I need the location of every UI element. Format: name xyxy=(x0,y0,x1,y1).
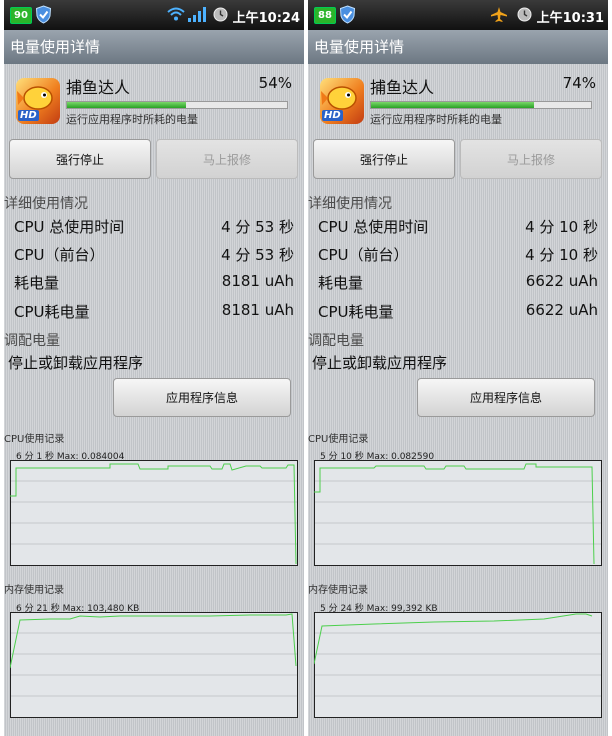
app-icon: HD xyxy=(16,78,60,124)
detail-label: CPU（前台） xyxy=(14,246,105,264)
battery-icon: 88 xyxy=(314,7,336,24)
shield-icon xyxy=(339,5,356,24)
app-name: 捕鱼达人 xyxy=(370,78,435,97)
cpu-usage-graph xyxy=(10,460,298,566)
detail-label: CPU耗电量 xyxy=(318,303,394,321)
uninstall-label: 停止或卸载应用程序 xyxy=(312,354,448,372)
detail-value: 6622 uAh xyxy=(525,301,598,319)
usage-subtitle: 运行应用程序时所耗的电量 xyxy=(370,113,502,126)
page-title: 电量使用详情 xyxy=(308,30,608,64)
detail-row: CPU（前台） 4 分 10 秒 xyxy=(318,244,598,268)
status-bar: 90 上午10:24 xyxy=(4,0,304,30)
detail-label: CPU 总使用时间 xyxy=(318,218,429,236)
force-stop-button[interactable]: 强行停止 xyxy=(9,139,151,179)
status-time: 上午10:31 xyxy=(536,11,604,26)
detail-row: 耗电量 6622 uAh xyxy=(318,272,598,296)
memory-usage-graph xyxy=(314,612,602,718)
detail-label: CPU（前台） xyxy=(318,246,409,264)
app-info-button[interactable]: 应用程序信息 xyxy=(113,378,291,417)
battery-percent: 54% xyxy=(258,74,292,92)
detail-row: CPU耗电量 8181 uAh xyxy=(14,301,294,325)
status-time: 上午10:24 xyxy=(232,11,300,26)
details-heading: 详细使用情况 xyxy=(308,196,392,212)
memory-graph-title: 内存使用记录 xyxy=(308,585,368,596)
memory-graph-title: 内存使用记录 xyxy=(4,585,64,596)
detail-value: 4 分 53 秒 xyxy=(221,246,294,264)
battery-detail-screen-right: 88 上午10:31 电量使用详情 HD 捕鱼达人 74% 运行应用程序时所耗的… xyxy=(308,0,608,736)
detail-label: 耗电量 xyxy=(318,274,364,292)
page-title: 电量使用详情 xyxy=(4,30,304,64)
detail-value: 8181 uAh xyxy=(221,272,294,290)
cpu-graph-title: CPU使用记录 xyxy=(4,434,65,445)
memory-usage-graph xyxy=(10,612,298,718)
tune-heading: 调配电量 xyxy=(4,333,60,349)
battery-icon: 90 xyxy=(10,7,32,24)
alarm-icon xyxy=(213,7,228,22)
cpu-graph-title: CPU使用记录 xyxy=(308,434,369,445)
detail-value: 4 分 10 秒 xyxy=(525,246,598,264)
alarm-icon xyxy=(517,7,532,22)
details-heading: 详细使用情况 xyxy=(4,196,88,212)
usage-progress-bar xyxy=(370,101,592,109)
hd-badge: HD xyxy=(322,110,343,121)
detail-value: 6622 uAh xyxy=(525,272,598,290)
usage-progress-fill xyxy=(67,102,186,108)
detail-row: CPU 总使用时间 4 分 10 秒 xyxy=(318,216,598,240)
force-stop-button[interactable]: 强行停止 xyxy=(313,139,455,179)
app-info-button[interactable]: 应用程序信息 xyxy=(417,378,595,417)
airplane-icon xyxy=(491,7,507,22)
cpu-graph-svg xyxy=(10,460,298,566)
detail-label: 耗电量 xyxy=(14,274,60,292)
hd-badge: HD xyxy=(18,110,39,121)
detail-row: CPU（前台） 4 分 53 秒 xyxy=(14,244,294,268)
battery-percent: 74% xyxy=(562,74,596,92)
detail-row: CPU耗电量 6622 uAh xyxy=(318,301,598,325)
usage-progress-bar xyxy=(66,101,288,109)
detail-value: 4 分 10 秒 xyxy=(525,218,598,236)
status-bar: 88 上午10:31 xyxy=(308,0,608,30)
battery-detail-screen-left: 90 上午10:24 电量使用详情 HD 捕鱼达人 54% 运行应用程序时所耗的… xyxy=(4,0,304,736)
tune-heading: 调配电量 xyxy=(308,333,364,349)
memory-graph-svg xyxy=(314,612,602,718)
cpu-usage-graph xyxy=(314,460,602,566)
detail-value: 4 分 53 秒 xyxy=(221,218,294,236)
detail-value: 8181 uAh xyxy=(221,301,294,319)
detail-row: 耗电量 8181 uAh xyxy=(14,272,294,296)
shield-icon xyxy=(35,5,52,24)
report-button[interactable]: 马上报修 xyxy=(156,139,298,179)
detail-row: CPU 总使用时间 4 分 53 秒 xyxy=(14,216,294,240)
signal-icon xyxy=(188,7,206,22)
memory-graph-svg xyxy=(10,612,298,718)
app-name: 捕鱼达人 xyxy=(66,78,131,97)
report-button[interactable]: 马上报修 xyxy=(460,139,602,179)
uninstall-label: 停止或卸载应用程序 xyxy=(8,354,144,372)
usage-progress-fill xyxy=(371,102,534,108)
app-icon: HD xyxy=(320,78,364,124)
wifi-icon xyxy=(167,7,185,21)
detail-label: CPU耗电量 xyxy=(14,303,90,321)
cpu-graph-svg xyxy=(314,460,602,566)
usage-subtitle: 运行应用程序时所耗的电量 xyxy=(66,113,198,126)
detail-label: CPU 总使用时间 xyxy=(14,218,125,236)
